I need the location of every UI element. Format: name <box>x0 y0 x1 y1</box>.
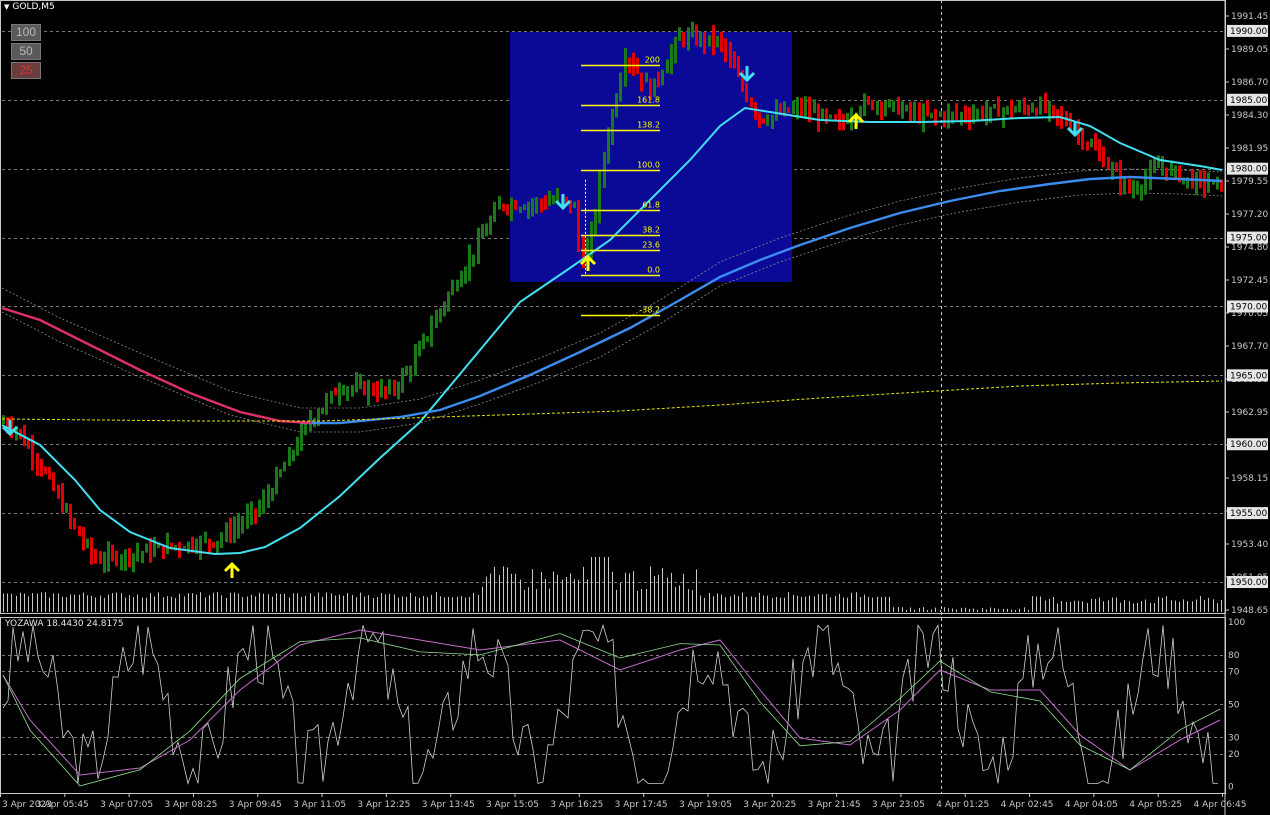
fib-level-label: 61.8 <box>642 201 660 210</box>
time-tick-label: 3 Apr 09:45 <box>229 800 282 810</box>
volume-histogram <box>3 557 1222 612</box>
price-tick-label: 1974.80 <box>1231 243 1268 253</box>
fib-level-label: 23.6 <box>642 241 660 250</box>
scale-100-button[interactable]: 100 <box>11 24 41 41</box>
oscillator-level-label: 100 <box>1228 618 1245 628</box>
time-tick-label: 3 Apr 08:25 <box>164 800 217 810</box>
long-moving-average <box>1 380 1223 422</box>
fib-level-label: 138.2 <box>637 121 660 130</box>
fib-level-label: 100.0 <box>637 161 660 170</box>
arrow-up-icon <box>223 561 241 578</box>
price-level-badge-label: 1975.00 <box>1230 234 1267 244</box>
price-level-badge-label: 1985.00 <box>1230 96 1267 106</box>
price-tick-label: 1979.55 <box>1231 177 1268 187</box>
time-tick-label: 4 Apr 02:45 <box>1001 800 1054 810</box>
oscillator-level-label: 20 <box>1228 750 1240 760</box>
price-tick-label: 1958.15 <box>1231 474 1268 484</box>
time-tick-label: 3 Apr 23:05 <box>872 800 925 810</box>
price-level-badge-label: 1950.00 <box>1230 578 1267 588</box>
oscillator-level-label: 70 <box>1228 667 1240 677</box>
price-tick-label: 1981.95 <box>1231 144 1268 154</box>
price-tick-label: 1962.95 <box>1231 408 1268 418</box>
time-tick-label: 3 Apr 07:05 <box>100 800 153 810</box>
time-tick-label: 3 Apr 16:25 <box>550 800 603 810</box>
price-level-badge-label: 1960.00 <box>1230 440 1267 450</box>
fib-level-label: -38.2 <box>639 306 660 315</box>
fib-level-label: 38.2 <box>642 226 660 235</box>
price-tick-label: 1977.20 <box>1231 210 1268 220</box>
legacy-moving-average <box>1 306 313 425</box>
price-level-badge-label: 1965.00 <box>1230 371 1267 381</box>
chart-canvas[interactable]: 200161.8138.2100.061.838.223.60.0-38.2 1… <box>0 0 1270 815</box>
time-tick-label: 4 Apr 06:45 <box>1194 800 1247 810</box>
price-tick-label: 1967.70 <box>1231 342 1268 352</box>
scale-25-button[interactable]: 25 <box>11 62 41 79</box>
dropdown-triangle-icon[interactable]: ▼ <box>4 3 9 11</box>
oscillator-title: YOZAWA 18.4430 24.8175 <box>5 619 124 629</box>
time-tick-label: 4 Apr 05:25 <box>1129 800 1182 810</box>
fib-level-label: 200 <box>645 56 660 65</box>
oscillator-level-label: 50 <box>1228 700 1240 710</box>
time-tick-label: 3 Apr 21:45 <box>808 800 861 810</box>
price-tick-label: 1989.05 <box>1231 45 1268 55</box>
time-tick-label: 4 Apr 04:05 <box>1065 800 1118 810</box>
time-tick-label: 3 Apr 17:45 <box>615 800 668 810</box>
time-tick-label: 3 Apr 19:05 <box>679 800 732 810</box>
time-tick-label: 3 Apr 13:45 <box>422 800 475 810</box>
price-level-badge-label: 1990.00 <box>1230 27 1267 37</box>
price-tick-label: 1953.40 <box>1231 540 1268 550</box>
time-tick-label: 3 Apr 12:25 <box>357 800 410 810</box>
price-tick-label: 1991.45 <box>1231 12 1268 22</box>
price-tick-label: 1972.45 <box>1231 276 1268 286</box>
oscillator-panel: 100 80 70 50 30 20 0 <box>2 618 1245 793</box>
chart-title: ▼ GOLD,M5 <box>4 2 55 12</box>
price-tick-label: 1984.30 <box>1231 111 1268 121</box>
fib-level-label: 0.0 <box>647 266 660 275</box>
price-level-badge-label: 1970.00 <box>1230 302 1267 312</box>
time-tick-label: 3 Apr 05:45 <box>36 800 89 810</box>
price-tick-label: 1948.65 <box>1231 606 1268 616</box>
price-tick-label: 1986.70 <box>1231 78 1268 88</box>
time-tick-label: 3 Apr 11:05 <box>293 800 346 810</box>
time-tick-label: 3 Apr 20:25 <box>743 800 796 810</box>
symbol-label: GOLD,M5 <box>12 2 55 12</box>
oscillator-secondary-line <box>2 633 1221 787</box>
oscillator-level-label: 80 <box>1228 651 1240 661</box>
fib-level-label: 161.8 <box>637 96 660 105</box>
time-tick-label: 4 Apr 01:25 <box>936 800 989 810</box>
time-tick-label: 3 Apr 15:05 <box>486 800 539 810</box>
scale-50-button[interactable]: 50 <box>11 43 41 60</box>
price-level-badge-label: 1980.00 <box>1230 165 1267 175</box>
oscillator-level-label: 30 <box>1228 733 1240 743</box>
oscillator-level-label: 0 <box>1228 783 1234 793</box>
price-level-badge-label: 1955.00 <box>1230 509 1267 519</box>
